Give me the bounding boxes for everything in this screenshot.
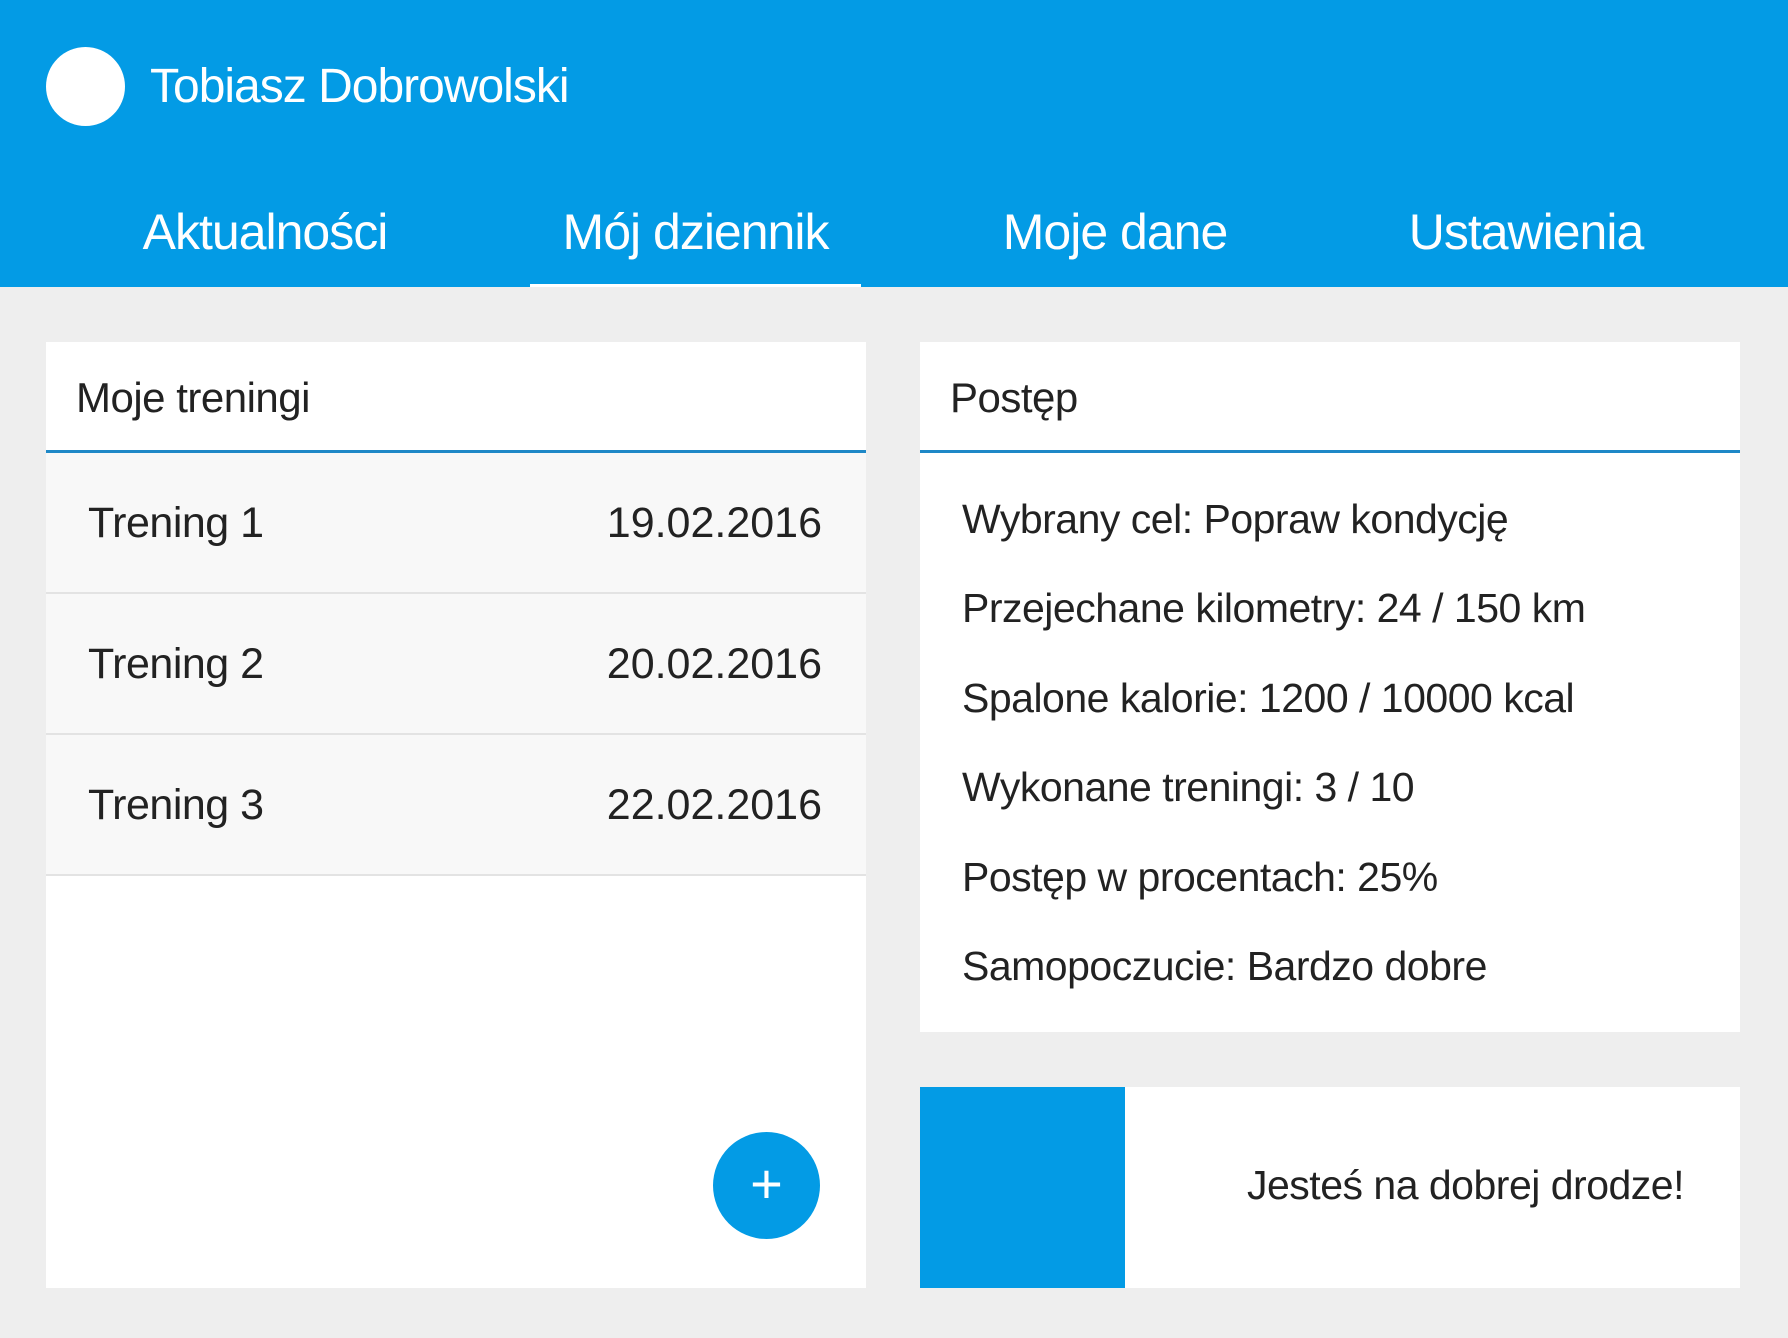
stat-workouts: Wykonane treningi: 3 / 10	[962, 764, 1415, 810]
training-row-2[interactable]: Trening 2 20.02.2016	[46, 594, 866, 735]
training-date: 22.02.2016	[606, 781, 822, 829]
status-color-block	[920, 1087, 1125, 1288]
user-name: Tobiasz Dobrowolski	[150, 60, 570, 113]
training-date: 19.02.2016	[606, 499, 822, 547]
training-row-1[interactable]: Trening 1 19.02.2016	[46, 453, 866, 594]
tab-aktualnosci[interactable]: Aktualności	[122, 190, 408, 287]
tab-moje-dane[interactable]: Moje dane	[980, 190, 1250, 287]
trainings-title: Moje treningi	[76, 374, 310, 421]
training-name: Trening 1	[88, 499, 264, 547]
stat-goal: Wybrany cel: Popraw kondycję	[962, 496, 1509, 542]
app-header: Tobiasz Dobrowolski Aktualności Mój dzie…	[0, 0, 1788, 287]
training-name: Trening 3	[88, 781, 264, 829]
training-row-3[interactable]: Trening 3 22.02.2016	[46, 735, 866, 876]
trainings-card-header: Moje treningi	[46, 342, 866, 453]
stat-calories: Spalone kalorie: 1200 / 10000 kcal	[962, 675, 1575, 721]
main-tabs: Aktualności Mój dziennik Moje dane Ustaw…	[0, 190, 1788, 287]
add-training-button[interactable]: +	[713, 1132, 820, 1239]
progress-title: Postęp	[950, 374, 1078, 421]
user-avatar[interactable]	[46, 47, 125, 126]
trainings-card: Moje treningi Trening 1 19.02.2016 Treni…	[46, 342, 866, 1288]
training-name: Trening 2	[88, 640, 264, 688]
plus-icon: +	[750, 1152, 783, 1215]
tab-ustawienia[interactable]: Ustawienia	[1390, 190, 1662, 287]
stat-percent: Postęp w procentach: 25%	[962, 854, 1438, 900]
status-message: Jesteś na dobrej drodze!	[1247, 1162, 1685, 1208]
progress-card-header: Postęp	[920, 342, 1740, 453]
stat-wellbeing: Samopoczucie: Bardzo dobre	[962, 943, 1487, 989]
status-card: Jesteś na dobrej drodze!	[920, 1087, 1740, 1288]
stat-distance: Przejechane kilometry: 24 / 150 km	[962, 585, 1586, 631]
tab-moj-dziennik[interactable]: Mój dziennik	[530, 190, 861, 287]
progress-card: Postęp Wybrany cel: Popraw kondycję Prze…	[920, 342, 1740, 1032]
training-date: 20.02.2016	[606, 640, 822, 688]
